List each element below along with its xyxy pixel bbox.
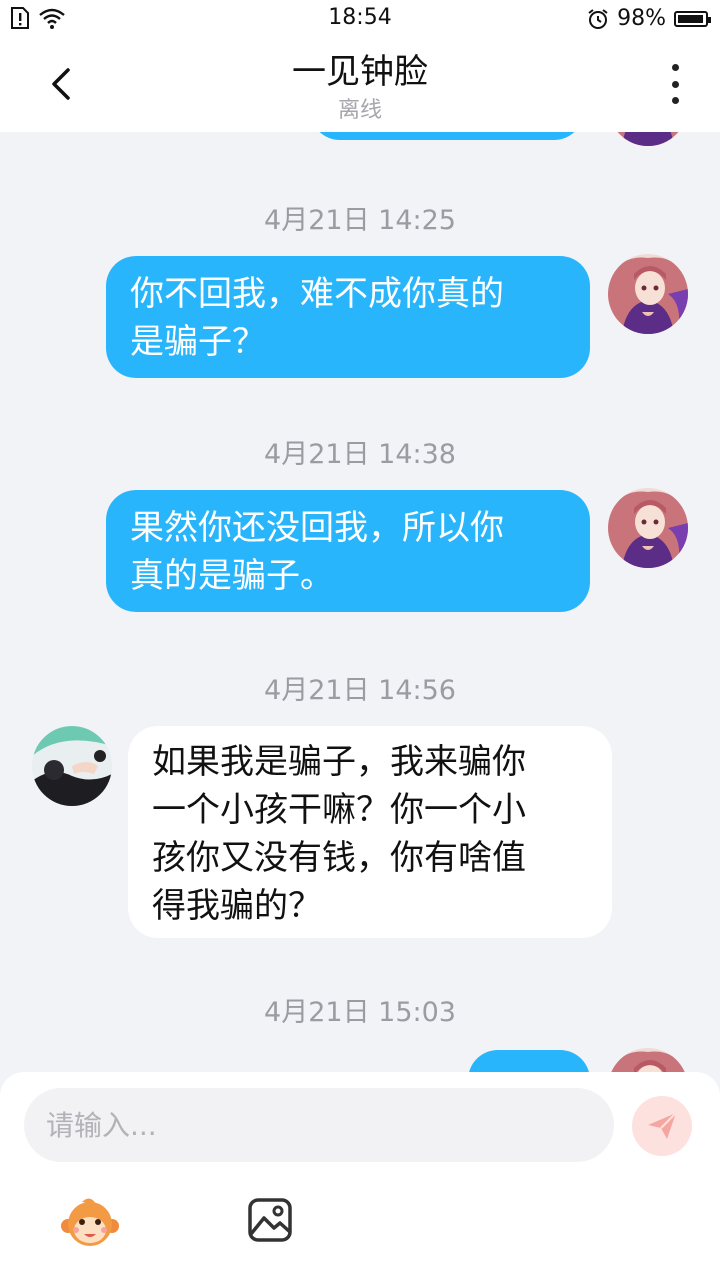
status-icons-right: 98% — [587, 6, 711, 31]
my-avatar[interactable] — [608, 254, 688, 334]
message-timestamp: 4月21日 14:25 — [264, 205, 456, 236]
message-bubble[interactable]: 你不回我，难不成你真的 是骗子？ — [106, 256, 590, 378]
contact-avatar[interactable] — [32, 726, 112, 806]
message-line: 一个小孩干嘛？你一个小 — [152, 790, 526, 830]
paper-plane-icon — [648, 1112, 677, 1139]
message-line: 真的是骗子。 — [130, 556, 334, 596]
message-timestamp: 4月21日 14:38 — [264, 439, 456, 470]
image-icon — [248, 1198, 292, 1242]
battery-percent: 98% — [617, 6, 666, 31]
message-line: 如果我是骗子，我来骗你 — [152, 742, 526, 782]
my-avatar[interactable] — [608, 488, 688, 568]
message-line: 果然你还没回我，所以你 — [130, 508, 504, 548]
emoji-button[interactable] — [60, 1196, 120, 1248]
message-bubble[interactable]: 果然你还没回我，所以你 真的是骗子。 — [106, 490, 590, 612]
message-bubble-partial[interactable] — [468, 1050, 590, 1072]
chat-header: 一见钟脸 离线 — [0, 38, 720, 132]
input-panel — [0, 1072, 720, 1280]
message-line: 孩你又没有钱，你有啥值 — [152, 838, 526, 878]
more-vertical-icon — [671, 64, 679, 71]
more-options-button[interactable] — [660, 64, 690, 104]
my-avatar[interactable] — [608, 132, 688, 146]
message-input-container[interactable] — [24, 1088, 614, 1162]
send-button[interactable] — [632, 1096, 692, 1156]
message-bubble[interactable]: 如果我是骗子，我来骗你 一个小孩干嘛？你一个小 孩你又没有钱，你有啥值 得我骗的… — [128, 726, 612, 938]
online-status: 离线 — [337, 98, 382, 123]
message-bubble-partial[interactable] — [310, 132, 584, 140]
status-bar: 18:54 98% — [0, 0, 720, 38]
message-line: 你不回我，难不成你真的 — [130, 274, 504, 314]
my-avatar[interactable] — [608, 1048, 688, 1072]
battery-icon — [674, 10, 711, 27]
message-timestamp: 4月21日 15:03 — [264, 997, 456, 1028]
chat-title: 一见钟脸 — [292, 52, 428, 92]
message-line: 是骗子？ — [130, 322, 266, 362]
image-button[interactable] — [246, 1196, 294, 1244]
message-line: 得我骗的？ — [152, 886, 322, 926]
message-list[interactable]: 4月21日 14:25 你不回我，难不成你真的 是骗子？ 4月21日 14:38… — [0, 132, 720, 1072]
message-timestamp: 4月21日 14:56 — [264, 675, 456, 706]
monkey-emoji-icon — [61, 1198, 119, 1246]
message-input[interactable] — [44, 1107, 594, 1143]
alarm-icon — [588, 8, 608, 29]
